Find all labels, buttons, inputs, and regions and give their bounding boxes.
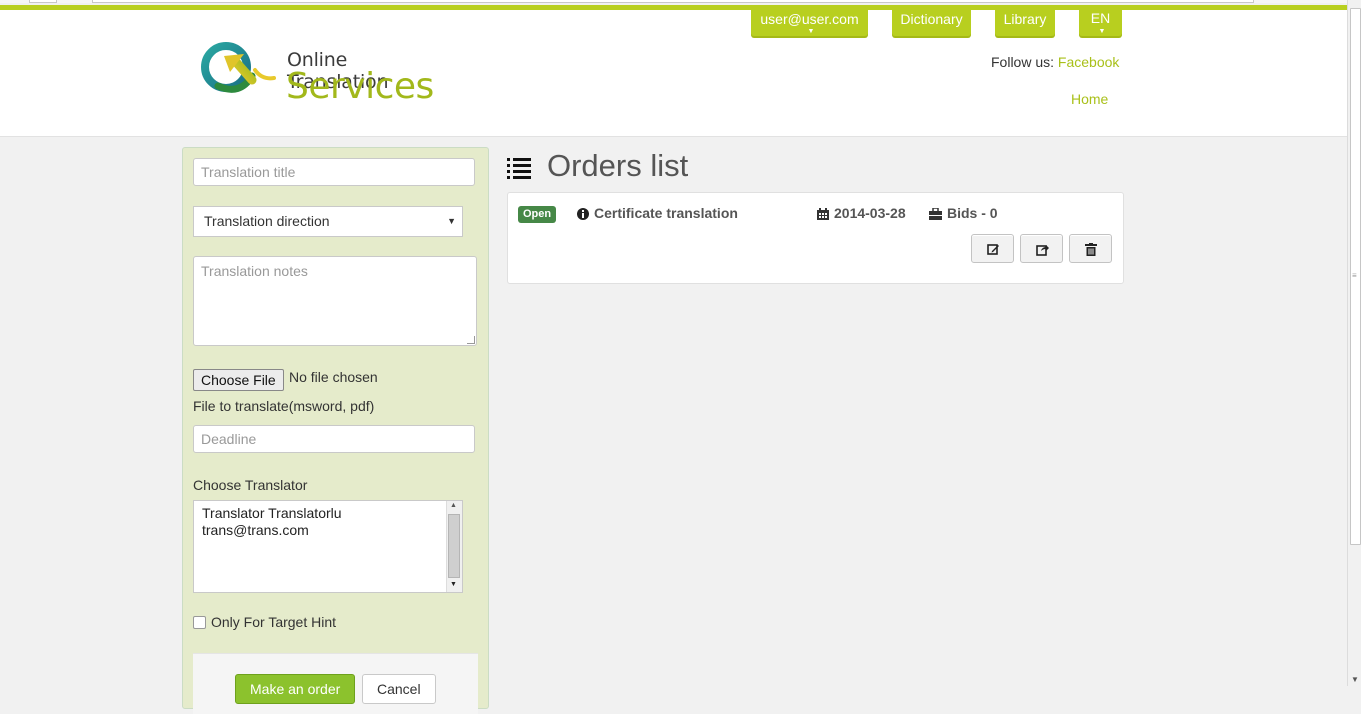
share-order-button[interactable]	[1020, 234, 1063, 263]
make-order-button[interactable]: Make an order	[235, 674, 356, 704]
browser-chrome-button	[29, 0, 57, 3]
share-icon	[1036, 245, 1049, 256]
scroll-up-icon[interactable]: ▲	[450, 502, 457, 509]
order-bids: Bids - 0	[929, 205, 998, 221]
caret-down-icon: ▼	[1098, 28, 1106, 35]
order-form: Translation title Translation direction …	[182, 147, 489, 714]
order-name[interactable]: Certificate translation	[577, 205, 738, 221]
library-tab[interactable]: Library	[995, 10, 1055, 36]
follow-us: Follow us: Facebook	[991, 54, 1119, 70]
home-link[interactable]: Home	[1071, 91, 1108, 107]
order-date-text: 2014-03-28	[834, 205, 906, 221]
site-logo[interactable]: Online Translation Services	[200, 36, 450, 107]
logo-icon	[201, 42, 276, 93]
order-bids-text: Bids - 0	[947, 205, 998, 221]
choose-translator-label: Choose Translator	[193, 477, 308, 493]
scroll-down-icon[interactable]: ▼	[1351, 675, 1359, 684]
browser-chrome-bar	[92, 0, 1254, 3]
direction-selected-value: Translation direction	[204, 213, 330, 229]
translator-email: trans@trans.com	[202, 522, 309, 538]
facebook-link[interactable]: Facebook	[1058, 54, 1119, 70]
notes-placeholder: Translation notes	[201, 263, 308, 279]
listbox-scrollbar[interactable]: ▲ ▼	[446, 501, 462, 592]
translation-direction-select[interactable]: Translation direction ▼	[193, 206, 463, 237]
order-date: 2014-03-28	[817, 205, 906, 221]
user-menu-label: user@user.com	[760, 11, 859, 27]
site-header: Online Translation Services user@user.co…	[0, 10, 1347, 137]
translator-option[interactable]: Translator Translatorlu trans@trans.com	[202, 505, 342, 539]
listbox-scroll-thumb[interactable]	[448, 514, 460, 578]
order-item: Open Certificate translation 2014-03-28 …	[507, 192, 1124, 284]
briefcase-icon	[929, 208, 942, 221]
form-actions: Make an order Cancel	[193, 653, 478, 714]
caret-down-icon: ▼	[807, 28, 815, 35]
resize-handle[interactable]	[467, 336, 475, 344]
language-label: EN	[1090, 10, 1111, 26]
dictionary-label: Dictionary	[900, 11, 963, 27]
user-menu-tab[interactable]: user@user.com ▼	[751, 10, 868, 36]
scroll-down-icon[interactable]: ▼	[450, 581, 457, 588]
deadline-input[interactable]: Deadline	[193, 425, 475, 453]
choose-file-button[interactable]: Choose File	[193, 369, 284, 391]
file-label: File to translate(msword, pdf)	[193, 398, 375, 414]
follow-label: Follow us:	[991, 54, 1055, 70]
page-scrollbar[interactable]: ≡ ▼	[1347, 0, 1361, 686]
grip-icon: ≡	[1352, 271, 1357, 280]
cancel-button[interactable]: Cancel	[362, 674, 436, 704]
translation-title-input[interactable]: Translation title	[193, 158, 475, 186]
file-status: No file chosen	[289, 369, 378, 385]
target-hint-checkbox[interactable]	[193, 616, 206, 629]
logo-text-main: Services	[286, 66, 434, 107]
order-name-text: Certificate translation	[594, 205, 738, 221]
calendar-icon	[817, 208, 829, 221]
library-label: Library	[1003, 11, 1047, 27]
dictionary-tab[interactable]: Dictionary	[892, 10, 971, 36]
info-icon	[577, 208, 589, 221]
translation-notes-textarea[interactable]: Translation notes	[193, 256, 477, 346]
delete-order-button[interactable]	[1069, 234, 1112, 263]
list-icon	[507, 158, 531, 179]
translator-listbox[interactable]: Translator Translatorlu trans@trans.com …	[193, 500, 463, 593]
status-badge: Open	[518, 206, 557, 223]
page-title: Orders list	[547, 148, 689, 183]
caret-down-icon: ▼	[447, 216, 456, 226]
translator-name: Translator Translatorlu	[202, 505, 342, 521]
target-hint-label: Only For Target Hint	[211, 614, 337, 630]
trash-icon	[1085, 243, 1097, 256]
edit-order-button[interactable]	[971, 234, 1014, 263]
edit-icon	[987, 244, 999, 255]
language-tab[interactable]: EN ▼	[1079, 10, 1122, 36]
